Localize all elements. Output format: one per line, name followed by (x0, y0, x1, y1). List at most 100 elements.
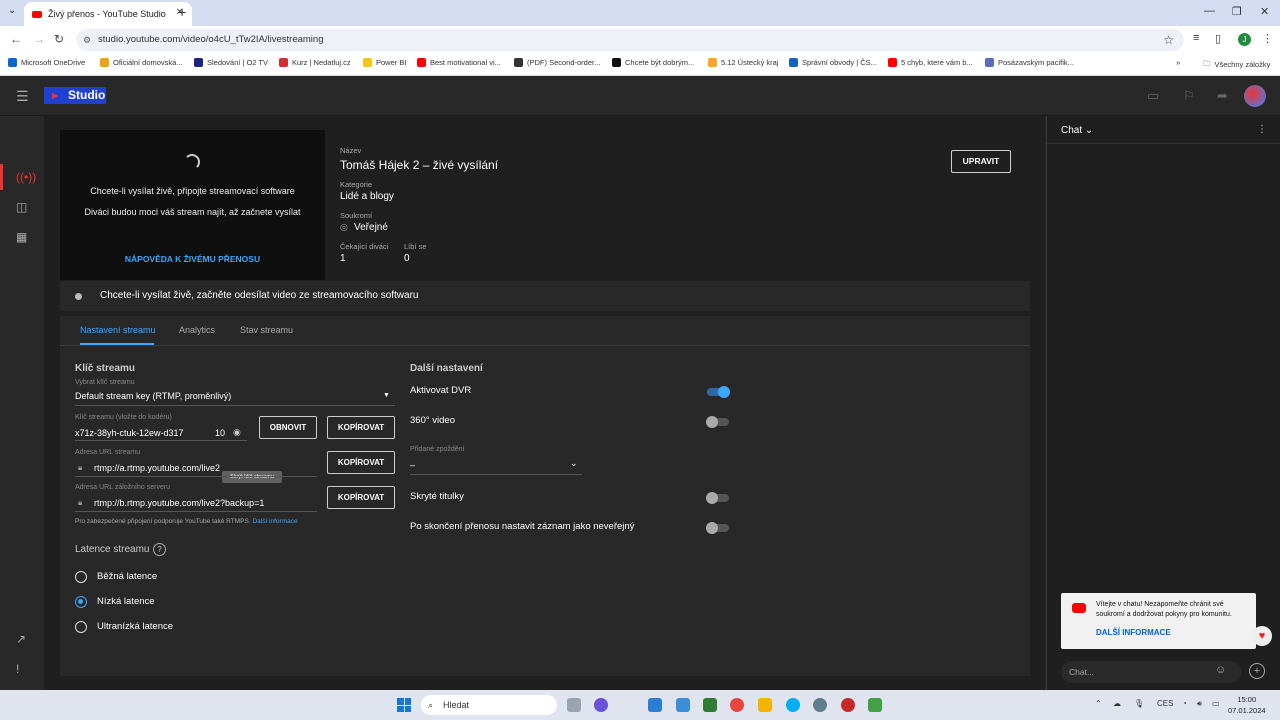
bookmark-label: Sledování | O2 TV (207, 58, 269, 67)
stream-key-select[interactable]: Vybrat klíč streamu Default stream key (… (75, 379, 395, 406)
bookmark-star-icon[interactable]: ☆ (1163, 29, 1174, 51)
copy-url-button[interactable]: KOPÍROVAT (327, 451, 395, 474)
new-tab-button[interactable]: + (178, 4, 186, 20)
excel-icon[interactable] (703, 698, 717, 712)
tab-analytics[interactable]: Analytics (179, 325, 215, 335)
hide-key-eye-icon[interactable]: ◉ (233, 427, 241, 438)
bookmark-item[interactable]: Microsoft OneDrive (8, 58, 85, 67)
privacy-label: Soukromí (340, 211, 373, 220)
volume-icon[interactable]: 🔊︎ (1197, 699, 1202, 709)
bookmark-item[interactable]: 5 chyb, které vám b... (888, 58, 973, 67)
all-bookmarks[interactable]: 🗀 Všechny záložky (1203, 58, 1270, 71)
chat-input[interactable]: Chat... (1061, 661, 1241, 683)
help-icon[interactable]: ? (153, 543, 166, 556)
stream-key-field[interactable]: Klíč streamu (vložte do kodéru) x71z-38y… (75, 414, 247, 441)
delay-select[interactable]: Přidané zpoždění – ⌄ (410, 446, 582, 475)
flag-icon[interactable]: ⚐ (1183, 88, 1195, 104)
bookmark-item[interactable]: Best motivational vi... (417, 58, 501, 67)
reload-icon[interactable]: ↻ (54, 32, 64, 46)
popout-icon[interactable]: ▭ (1147, 88, 1159, 104)
browser-tab[interactable]: Živý přenos - YouTube Studio ✕ (24, 2, 192, 26)
radio-ultra-low-latency[interactable] (75, 621, 87, 633)
welcome-link[interactable]: DALŠÍ INFORMACE (1096, 628, 1171, 637)
bookmark-item[interactable]: (PDF) Second-order... (514, 58, 600, 67)
browser-chrome: ⌄ Živý přenos - YouTube Studio ✕ + — ❐ ✕… (0, 0, 1280, 76)
site-info-icon[interactable]: ⚙ (83, 29, 91, 51)
chat-title-dropdown[interactable]: Chat ⌄ (1061, 125, 1093, 136)
onedrive-icon[interactable]: ☁ (1113, 699, 1121, 708)
edit-button[interactable]: UPRAVIT (951, 150, 1011, 173)
stream-key-heading: Klíč streamu (75, 363, 136, 374)
more-bookmarks-icon[interactable]: » (1176, 58, 1180, 67)
bookmark-item[interactable]: 5.12 Ústecký kraj (708, 58, 779, 67)
sidepanel-icon[interactable]: ▯ (1215, 32, 1221, 45)
radio-low-latency[interactable] (75, 596, 87, 608)
studio-logo[interactable]: ▶ Studio (44, 87, 106, 104)
dvr-toggle[interactable] (707, 386, 730, 398)
feedback-icon[interactable]: ! (16, 662, 19, 676)
calendar-icon[interactable]: ▦ (16, 230, 27, 244)
heart-icon[interactable]: ♥ (1252, 626, 1272, 646)
tab-stream-settings[interactable]: Nastavení streamu (80, 325, 156, 335)
minecraft-icon[interactable] (868, 698, 882, 712)
forward-icon[interactable]: → (33, 32, 45, 46)
mic-icon[interactable]: 🎙︎ (1134, 699, 1144, 708)
mail-icon[interactable] (648, 698, 662, 712)
exit-icon[interactable]: ↗ (16, 632, 26, 646)
skype-icon[interactable] (786, 698, 800, 712)
backup-url-field[interactable]: Adresa URL záložního serveru 🔒︎ rtmp://b… (75, 484, 317, 512)
minimize-icon[interactable]: — (1204, 5, 1215, 17)
live-help-link[interactable]: NÁPOVĚDA K ŽIVÉMU PŘENOSU (60, 254, 325, 264)
emoji-icon[interactable]: ☺ (1215, 664, 1226, 676)
share-icon[interactable]: ➦ (1217, 88, 1228, 104)
copy-key-button[interactable]: KOPÍROVAT (327, 416, 395, 439)
channel-avatar[interactable] (1244, 85, 1266, 107)
tray-chevron-icon[interactable]: ⌃ (1095, 699, 1102, 708)
captions-toggle[interactable] (706, 492, 729, 504)
maximize-icon[interactable]: ❐ (1232, 5, 1242, 18)
unlisted-toggle[interactable] (706, 522, 729, 534)
explorer-icon[interactable] (758, 698, 772, 712)
bookmark-favicon-icon (708, 58, 717, 67)
menu-icon[interactable]: ☰ (16, 88, 29, 105)
extensions-icon[interactable]: ≡ (1193, 32, 1199, 44)
copilot-icon[interactable] (594, 698, 608, 712)
windows-start-icon[interactable] (397, 698, 411, 712)
bookmark-item[interactable]: Sledování | O2 TV (194, 58, 268, 67)
bookmark-item[interactable]: Chcete být dobrým... (612, 58, 694, 67)
menu-dots-icon[interactable]: ⋮ (1262, 32, 1273, 45)
bookmark-item[interactable]: Kurz | Nedatluj.cz (279, 58, 351, 67)
clock[interactable]: 15:00 07.01.2024 (1228, 694, 1266, 716)
language-indicator[interactable]: CES (1157, 699, 1173, 708)
copy-backup-button[interactable]: KOPÍROVAT (327, 486, 395, 509)
live-stream-icon[interactable]: ((•)) (16, 170, 36, 184)
radio-normal-latency[interactable] (75, 571, 87, 583)
bookmark-item[interactable]: Power BI (363, 58, 406, 67)
calendar-app-icon[interactable] (676, 698, 690, 712)
camera-icon[interactable]: ◫ (16, 200, 27, 214)
chrome-icon[interactable] (730, 698, 744, 712)
bookmark-item[interactable]: Správní obvody | ČS... (789, 58, 877, 67)
task-view-icon[interactable] (567, 698, 581, 712)
tab-stream-health[interactable]: Stav streamu (240, 325, 293, 335)
bookmark-item[interactable]: Posázavským pacifik... (985, 58, 1074, 67)
video360-toggle[interactable] (706, 416, 729, 428)
bookmark-label: Microsoft OneDrive (21, 58, 86, 67)
battery-icon[interactable]: ▭ (1212, 699, 1220, 708)
settings-app-icon[interactable] (813, 698, 827, 712)
bookmark-item[interactable]: Oficiální domovská... (100, 58, 183, 67)
add-icon[interactable]: + (1249, 663, 1265, 679)
url-bar[interactable]: ⚙ studio.youtube.com/video/o4cU_tTw2IA/l… (76, 29, 1184, 51)
app-icon[interactable] (841, 698, 855, 712)
back-icon[interactable]: ← (10, 32, 22, 46)
close-window-icon[interactable]: ✕ (1260, 5, 1269, 18)
taskbar-search[interactable]: ⌕ Hledat (421, 695, 557, 715)
refresh-button[interactable]: OBNOVIT (259, 416, 317, 439)
chat-more-icon[interactable]: ⋮ (1257, 124, 1267, 135)
globe-icon: ◎ (340, 222, 348, 232)
tab-search-icon[interactable]: ⌄ (8, 5, 16, 16)
more-info-link[interactable]: Další informace (252, 518, 297, 525)
wifi-icon[interactable]: ◔ (1182, 699, 1187, 708)
stream-url-field[interactable]: Adresa URL streamu 🔒︎ rtmp://a.rtmp.yout… (75, 449, 317, 477)
profile-avatar[interactable]: J (1238, 33, 1251, 46)
